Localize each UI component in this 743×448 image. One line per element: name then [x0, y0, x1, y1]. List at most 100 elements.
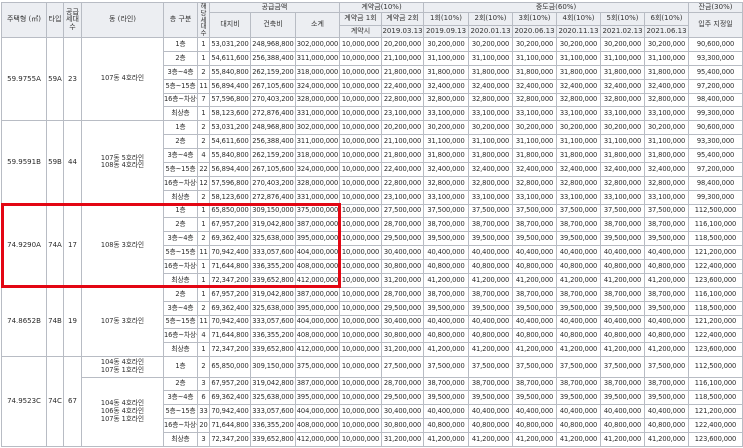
building-cell: 325,638,000 [250, 231, 296, 247]
mid6-cell: 31,800,000 [644, 148, 689, 163]
contract1-cell: 10,000,000 [339, 50, 382, 66]
mid5-cell: 39,500,000 [600, 390, 645, 406]
building-cell: 319,042,800 [250, 217, 296, 233]
balance-cell: 116,100,000 [688, 376, 743, 392]
mid5-cell: 41,200,000 [600, 272, 645, 288]
header-tab: 타입 [46, 1, 64, 39]
mid5-cell: 32,400,000 [600, 161, 645, 177]
balance-cell: 112,500,000 [688, 356, 743, 378]
header-contract-time: 계약시 [339, 25, 382, 39]
building-cell: 267,105,600 [250, 78, 296, 94]
contract2-cell: 22,800,000 [381, 175, 424, 191]
mid5-cell: 31,800,000 [600, 148, 645, 163]
contract1-cell: 10,000,000 [339, 175, 382, 191]
mid1-cell: 40,400,000 [423, 314, 469, 330]
mid1-cell: 31,100,000 [423, 134, 469, 150]
mid4-cell: 39,500,000 [556, 231, 601, 247]
contract2-cell: 30,400,000 [381, 404, 424, 420]
count-cell: 11 [197, 314, 210, 330]
contract2-cell: 27,500,000 [381, 203, 424, 219]
mid3-cell: 39,500,000 [512, 300, 557, 316]
building-cell: 319,042,800 [250, 376, 296, 392]
mid4-cell: 40,800,000 [556, 328, 601, 344]
contract2-cell: 21,100,000 [381, 134, 424, 150]
floor-cell: 3층~4층 [163, 64, 198, 80]
table-row: 59.9591B 59B 44 107동 5호라인 108동 4호라인 1층 2 53,031… [1, 120, 743, 205]
contract2-cell: 30,800,000 [381, 328, 424, 344]
mid1-cell: 31,100,000 [423, 50, 469, 66]
mid4-cell: 40,400,000 [556, 404, 601, 420]
mid4-cell: 33,100,000 [556, 189, 601, 205]
contract1-cell: 10,000,000 [339, 161, 382, 177]
floor-cell: 5층~15층 [163, 245, 198, 261]
type-cell: 74.9290A [1, 203, 47, 288]
tab-cell: 74B [46, 286, 64, 358]
land-cell: 71,644,800 [209, 418, 251, 434]
mid6-cell: 33,100,000 [644, 106, 689, 122]
mid6-cell: 32,400,000 [644, 161, 689, 177]
contract2-cell: 31,200,000 [381, 342, 424, 358]
tab-cell: 74A [46, 203, 64, 288]
subtotal-cell: 412,000,000 [295, 272, 340, 288]
contract1-cell: 10,000,000 [339, 390, 382, 406]
header-contract1: 계약금 1회 [339, 11, 382, 27]
building-cell: 325,638,000 [250, 390, 296, 406]
floor-cell: 3층~4층 [163, 300, 198, 316]
mid1-cell: 41,200,000 [423, 342, 469, 358]
mid6-cell: 39,500,000 [644, 390, 689, 406]
mid2-cell: 38,700,000 [468, 286, 513, 302]
subtotal-cell: 328,000,000 [295, 92, 340, 108]
building-cell: 272,876,400 [250, 106, 296, 122]
mid4-cell: 30,200,000 [556, 120, 601, 136]
land-cell: 69,362,400 [209, 231, 251, 247]
building-cell: 262,159,200 [250, 64, 296, 80]
mid6-cell: 40,400,000 [644, 245, 689, 261]
contract2-cell: 22,800,000 [381, 92, 424, 108]
building-cell: 256,388,400 [250, 134, 296, 150]
mid6-cell: 41,200,000 [644, 432, 689, 448]
contract1-cell: 10,000,000 [339, 92, 382, 108]
land-cell: 55,840,800 [209, 148, 251, 163]
floor-cell: 2층 [163, 134, 198, 150]
mid6-cell: 32,400,000 [644, 78, 689, 94]
mid5-cell: 41,200,000 [600, 432, 645, 448]
mid2-cell: 31,800,000 [468, 64, 513, 80]
type-cell: 59.9591B [1, 120, 47, 205]
land-cell: 55,840,800 [209, 64, 251, 80]
floor-cell: 16층~차상층 [163, 92, 198, 108]
balance-cell: 98,400,000 [688, 175, 743, 191]
mid4-cell: 40,400,000 [556, 245, 601, 261]
land-cell: 69,362,400 [209, 390, 251, 406]
count-cell: 2 [197, 356, 210, 378]
count-cell: 2 [197, 64, 210, 80]
table-row: 74.8652B 74B 19 107동 3호라인 2층 1 67,957,200 319,0… [1, 286, 743, 358]
building-cell: 248,968,800 [250, 37, 296, 52]
subtotal-cell: 375,000,000 [295, 356, 340, 378]
floor-cell: 1층 [163, 120, 198, 136]
mid5-cell: 32,400,000 [600, 78, 645, 94]
balance-cell: 122,400,000 [688, 328, 743, 344]
header-land: 대지비 [209, 11, 251, 39]
count-cell: 22 [197, 161, 210, 177]
balance-cell: 123,600,000 [688, 272, 743, 288]
mid1-cell: 38,700,000 [423, 376, 469, 392]
mid4-cell: 40,800,000 [556, 418, 601, 434]
mid5-cell: 38,700,000 [600, 286, 645, 302]
mid5-cell: 33,100,000 [600, 106, 645, 122]
header-date-2: 2020.01.13 [468, 25, 513, 39]
header-type: 주택형 (㎡) [1, 1, 47, 39]
mid4-cell: 40,400,000 [556, 314, 601, 330]
mid6-cell: 38,700,000 [644, 376, 689, 392]
count-cell: 33 [197, 404, 210, 420]
mid1-cell: 41,200,000 [423, 272, 469, 288]
header-floor: 층 구분 [163, 1, 198, 39]
count-cell: 1 [197, 342, 210, 358]
contract1-cell: 10,000,000 [339, 272, 382, 288]
count-cell: 6 [197, 390, 210, 406]
building-cell: 309,150,000 [250, 203, 296, 219]
floor-cell: 3층~4층 [163, 148, 198, 163]
contract2-cell: 29,500,000 [381, 390, 424, 406]
land-cell: 69,362,400 [209, 300, 251, 316]
floor-cell: 2층 [163, 376, 198, 392]
land-cell: 72,347,200 [209, 272, 251, 288]
